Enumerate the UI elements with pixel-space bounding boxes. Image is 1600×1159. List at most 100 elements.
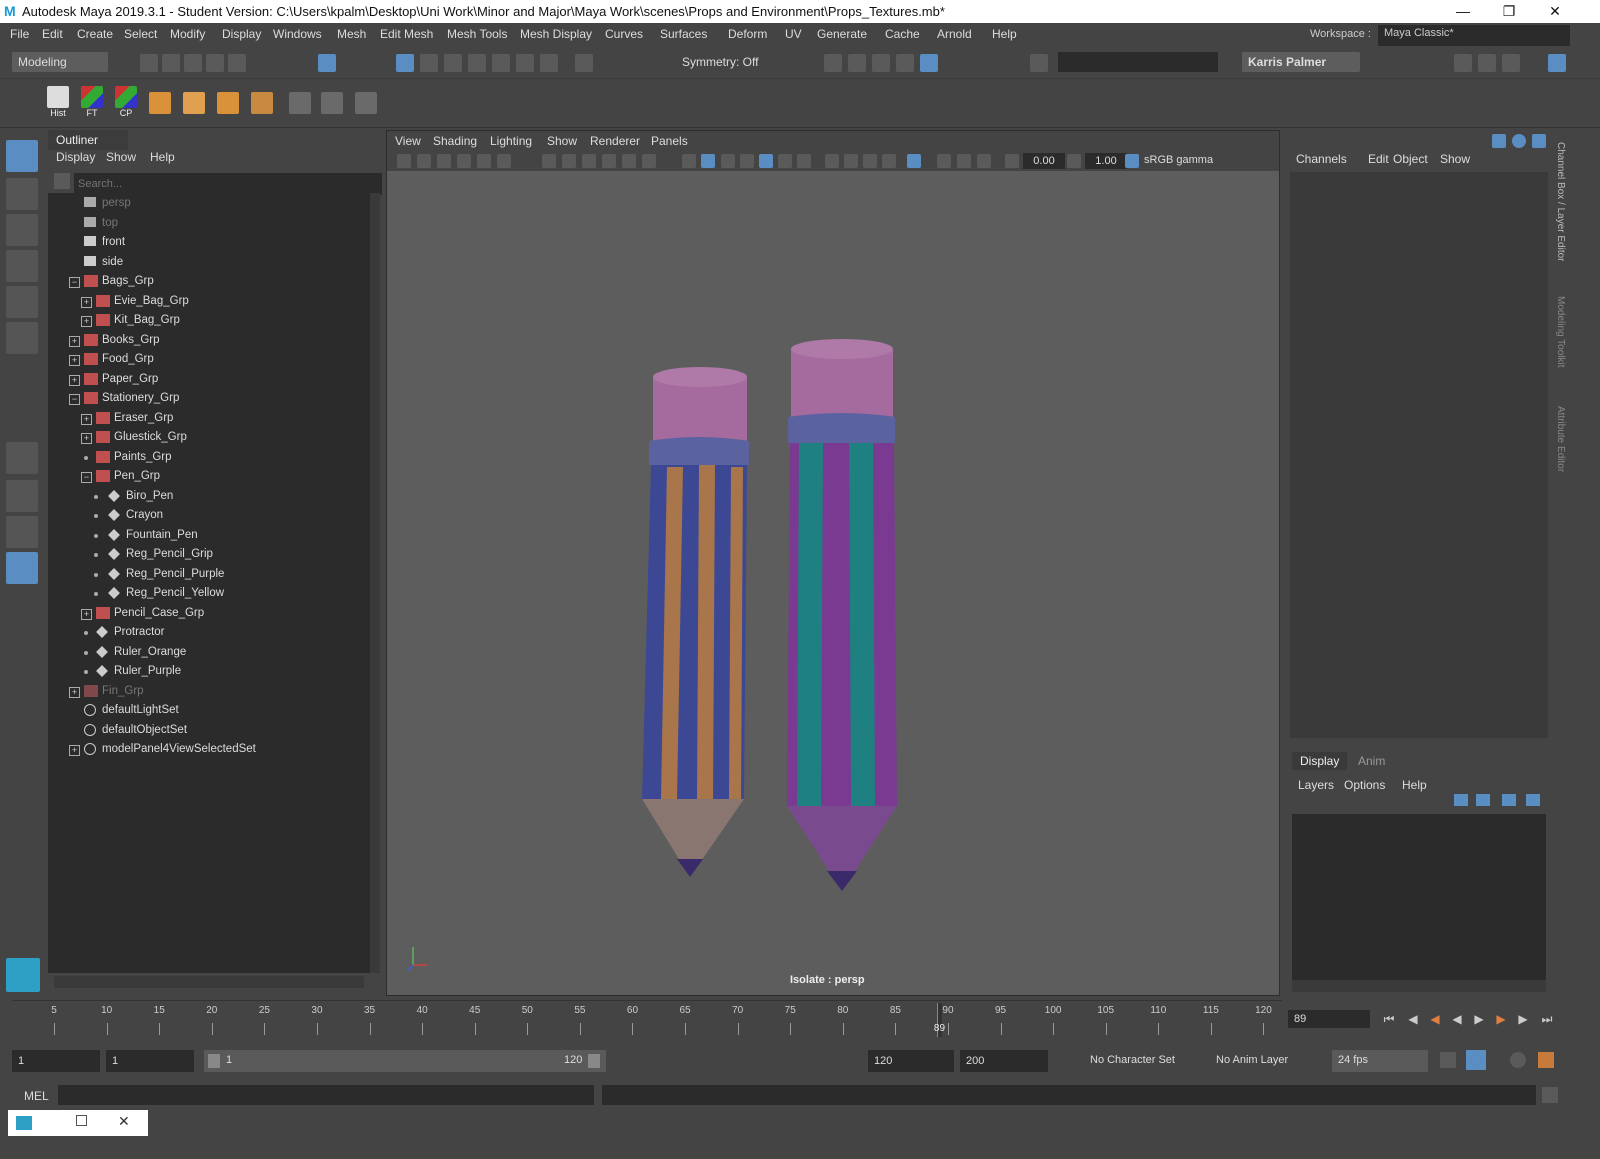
- toggle-panel-icon[interactable]: [1030, 54, 1048, 72]
- collapse-icon[interactable]: −: [69, 277, 80, 288]
- persp-outliner-layout-icon[interactable]: [6, 516, 38, 548]
- filter-icon[interactable]: [54, 173, 70, 189]
- menu-generate[interactable]: Generate: [817, 27, 867, 41]
- outliner-node-eraser-grp[interactable]: + Eraser_Grp: [48, 410, 368, 428]
- mel-label[interactable]: MEL: [24, 1089, 49, 1103]
- viewport-menu-shading[interactable]: Shading: [433, 134, 477, 148]
- viewport-menu-renderer[interactable]: Renderer: [590, 134, 640, 148]
- restore-small-icon[interactable]: [76, 1115, 87, 1126]
- outliner-menu-help[interactable]: Help: [150, 150, 175, 164]
- step-forward-key-icon[interactable]: ▶: [1494, 1012, 1508, 1026]
- menu-edit-mesh[interactable]: Edit Mesh: [380, 27, 433, 41]
- anim-preferences-icon[interactable]: [1510, 1052, 1526, 1068]
- command-input[interactable]: [58, 1085, 594, 1105]
- fps-dropdown[interactable]: 24 fps: [1332, 1050, 1428, 1072]
- menu-surfaces[interactable]: Surfaces: [660, 27, 707, 41]
- menu-set-dropdown[interactable]: Modeling: [12, 52, 108, 72]
- new-layer-selected-icon[interactable]: [1526, 794, 1540, 806]
- maya-small-icon[interactable]: [16, 1116, 32, 1130]
- snap-curve-icon[interactable]: [420, 54, 438, 72]
- bookmark-icon[interactable]: [437, 154, 451, 168]
- step-back-key-icon[interactable]: ◀: [1428, 1012, 1442, 1026]
- side-tab-channel-box[interactable]: Channel Box / Layer Editor: [1552, 142, 1566, 262]
- save-scene-icon[interactable]: [184, 54, 202, 72]
- channel-box-float-icon[interactable]: [1532, 134, 1546, 148]
- shadows-icon[interactable]: [797, 154, 811, 168]
- redo-icon[interactable]: [228, 54, 246, 72]
- outliner-node-evie-bag-grp[interactable]: + Evie_Bag_Grp: [48, 293, 368, 311]
- open-scene-icon[interactable]: [162, 54, 180, 72]
- user-account-dropdown[interactable]: Karris Palmer: [1242, 52, 1360, 72]
- safe-action-icon[interactable]: [642, 154, 656, 168]
- menu-create[interactable]: Create: [77, 27, 113, 41]
- outliner-node-pen-grp[interactable]: − Pen_Grp: [48, 468, 368, 486]
- modeling-toolkit-icon[interactable]: [1454, 54, 1472, 72]
- render-frame-icon[interactable]: [824, 54, 842, 72]
- four-view-layout-icon[interactable]: [6, 480, 38, 512]
- play-forwards-icon[interactable]: ▶: [1472, 1012, 1486, 1026]
- grid-icon[interactable]: [542, 154, 556, 168]
- expand-icon[interactable]: +: [81, 433, 92, 444]
- single-perspective-layout-icon[interactable]: [6, 442, 38, 474]
- outliner-node-default-light-set[interactable]: defaultLightSet: [48, 702, 368, 720]
- hypershade-icon[interactable]: [920, 54, 938, 72]
- menu-modify[interactable]: Modify: [170, 27, 205, 41]
- outliner-layout-icon[interactable]: [6, 552, 38, 584]
- motion-blur-icon[interactable]: [844, 154, 858, 168]
- time-slider-track[interactable]: 5 10 15 20 25 30 35 40 45 50 55 60 65 70 75 80 85 90 95 100…: [12, 1000, 1282, 1037]
- outliner-node-crayon[interactable]: Crayon: [48, 507, 368, 525]
- outliner-menu-display[interactable]: Display: [56, 150, 95, 164]
- menu-mesh-display[interactable]: Mesh Display: [520, 27, 592, 41]
- playback-end-field[interactable]: [868, 1050, 954, 1072]
- outliner-node-biro-pen[interactable]: Biro_Pen: [48, 488, 368, 506]
- menu-windows[interactable]: Windows: [273, 27, 322, 41]
- pencil-left[interactable]: [642, 367, 749, 877]
- depth-of-field-icon[interactable]: [882, 154, 896, 168]
- snap-surface-icon[interactable]: [492, 54, 510, 72]
- outliner-node-reg-pencil-grip[interactable]: Reg_Pencil_Grip: [48, 546, 368, 564]
- rotate-tool-icon[interactable]: [6, 286, 38, 318]
- smooth-shade-icon[interactable]: [701, 154, 715, 168]
- outliner-node-fountain-pen[interactable]: Fountain_Pen: [48, 527, 368, 545]
- layer-tab-display[interactable]: Display: [1292, 752, 1348, 770]
- two-d-pan-icon[interactable]: [477, 154, 491, 168]
- center-pivot-shelf-button[interactable]: CP: [112, 86, 140, 120]
- wireframe-icon[interactable]: [682, 154, 696, 168]
- symmetry-dropdown[interactable]: Symmetry: Off: [676, 52, 774, 72]
- xray-joints-icon[interactable]: [977, 154, 991, 168]
- outliner-node-fin-grp[interactable]: + Fin_Grp: [48, 683, 368, 701]
- menu-arnold[interactable]: Arnold: [937, 27, 972, 41]
- go-to-start-icon[interactable]: ⏮: [1382, 1012, 1396, 1026]
- expand-icon[interactable]: +: [69, 374, 80, 386]
- side-tab-modeling-toolkit[interactable]: Modeling Toolkit: [1552, 296, 1566, 368]
- image-plane-icon[interactable]: [457, 154, 471, 168]
- expand-icon[interactable]: +: [69, 335, 80, 347]
- color-management-icon[interactable]: [1125, 154, 1139, 168]
- minimize-button[interactable]: —: [1440, 0, 1486, 23]
- menu-file[interactable]: File: [10, 27, 29, 41]
- outliner-node-top[interactable]: top: [48, 215, 368, 233]
- layer-menu-help[interactable]: Help: [1402, 778, 1427, 792]
- range-end-handle[interactable]: [588, 1054, 600, 1068]
- range-slider[interactable]: 1 120: [204, 1050, 606, 1072]
- outliner-node-stationery-grp[interactable]: − Stationery_Grp: [48, 390, 368, 408]
- collapse-icon[interactable]: −: [69, 394, 80, 405]
- camera-attributes-icon[interactable]: [417, 154, 431, 168]
- exposure-icon[interactable]: [1005, 154, 1019, 168]
- ipr-render-icon[interactable]: [872, 54, 890, 72]
- range-start-handle[interactable]: [208, 1054, 220, 1068]
- undo-icon[interactable]: [206, 54, 224, 72]
- outliner-node-paints-grp[interactable]: Paints_Grp: [48, 449, 368, 467]
- select-tool-icon[interactable]: [6, 140, 38, 172]
- outliner-search-input[interactable]: [74, 173, 382, 195]
- xray-icon[interactable]: [937, 154, 951, 168]
- outliner-node-bags-grp[interactable]: − Bags_Grp: [48, 273, 368, 291]
- menu-mesh-tools[interactable]: Mesh Tools: [447, 27, 507, 41]
- expand-icon[interactable]: +: [81, 316, 92, 327]
- wireframe-on-shaded-icon[interactable]: [740, 154, 754, 168]
- field-chart-icon[interactable]: [622, 154, 636, 168]
- pencil-right[interactable]: [787, 339, 897, 891]
- layer-menu-layers[interactable]: Layers: [1298, 778, 1334, 792]
- expand-icon[interactable]: +: [69, 686, 80, 698]
- menu-select[interactable]: Select: [124, 27, 157, 41]
